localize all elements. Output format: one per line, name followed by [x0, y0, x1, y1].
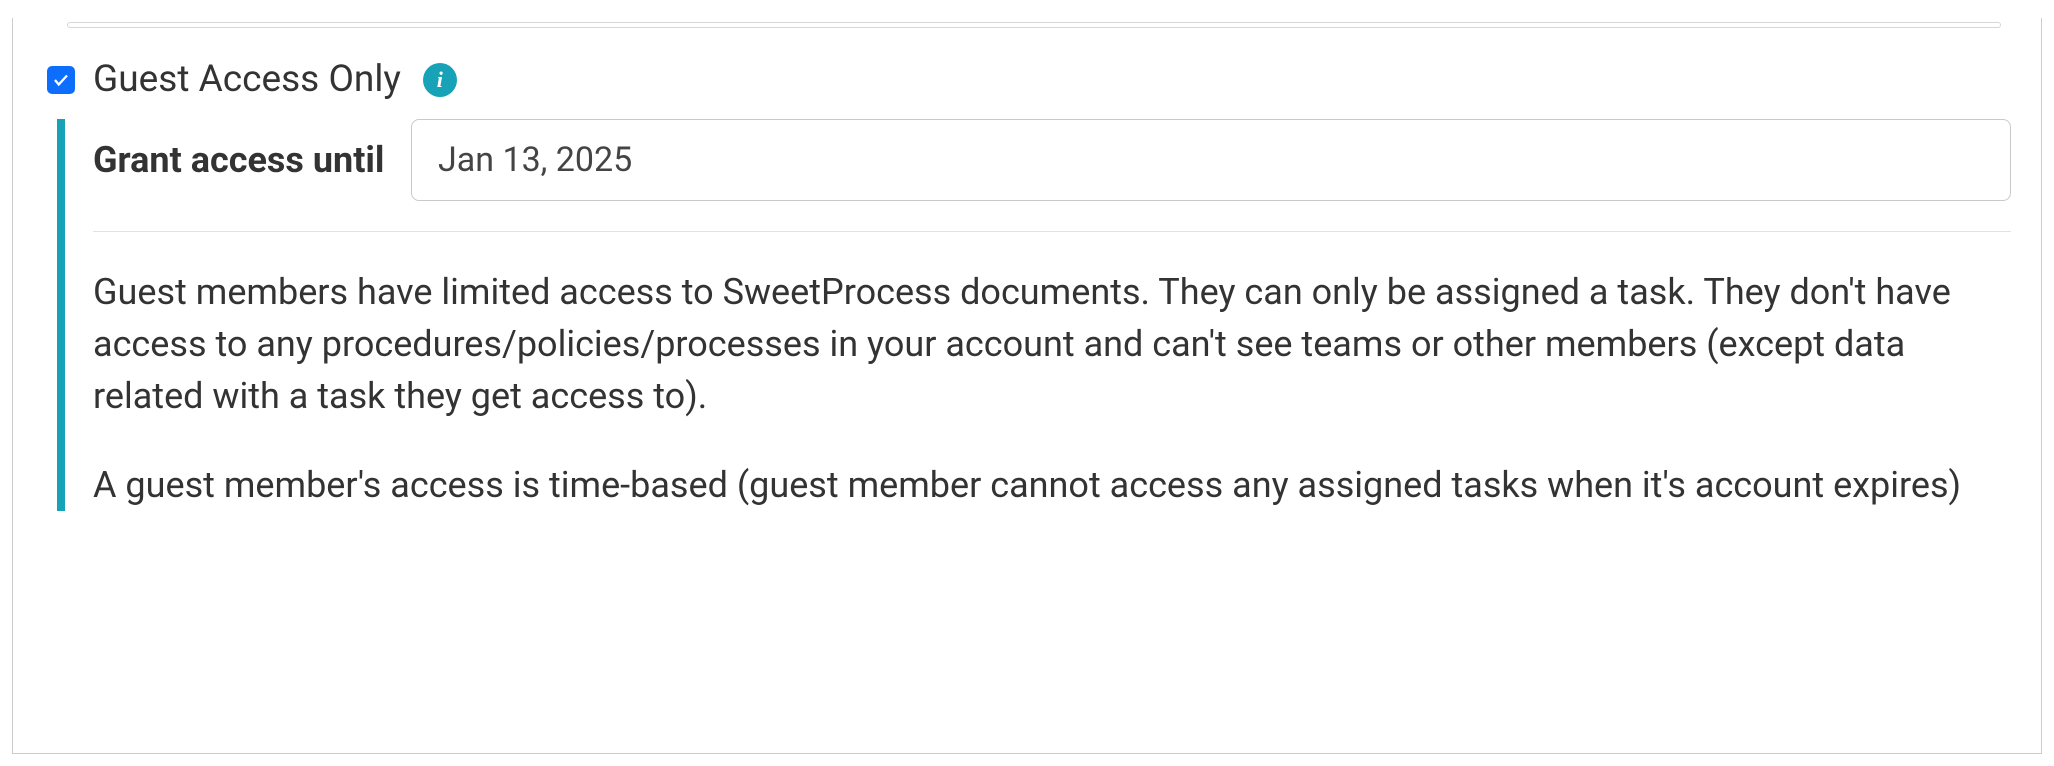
guest-access-label: Guest Access Only [93, 58, 401, 101]
guest-access-checkbox[interactable] [47, 66, 75, 94]
grant-access-row: Grant access until [93, 119, 2011, 232]
info-icon[interactable]: i [423, 63, 457, 97]
previous-field-border [67, 22, 2001, 28]
grant-access-date-input[interactable] [411, 119, 2011, 201]
guest-description-2: A guest member's access is time-based (g… [93, 459, 2011, 511]
guest-description-1: Guest members have limited access to Swe… [93, 266, 2011, 423]
grant-access-label: Grant access until [93, 139, 411, 181]
check-icon [52, 71, 70, 89]
guest-access-checkbox-row: Guest Access Only i [47, 58, 2011, 101]
guest-access-details: Grant access until Guest members have li… [57, 119, 2011, 511]
guest-access-panel: Guest Access Only i Grant access until G… [12, 18, 2042, 754]
